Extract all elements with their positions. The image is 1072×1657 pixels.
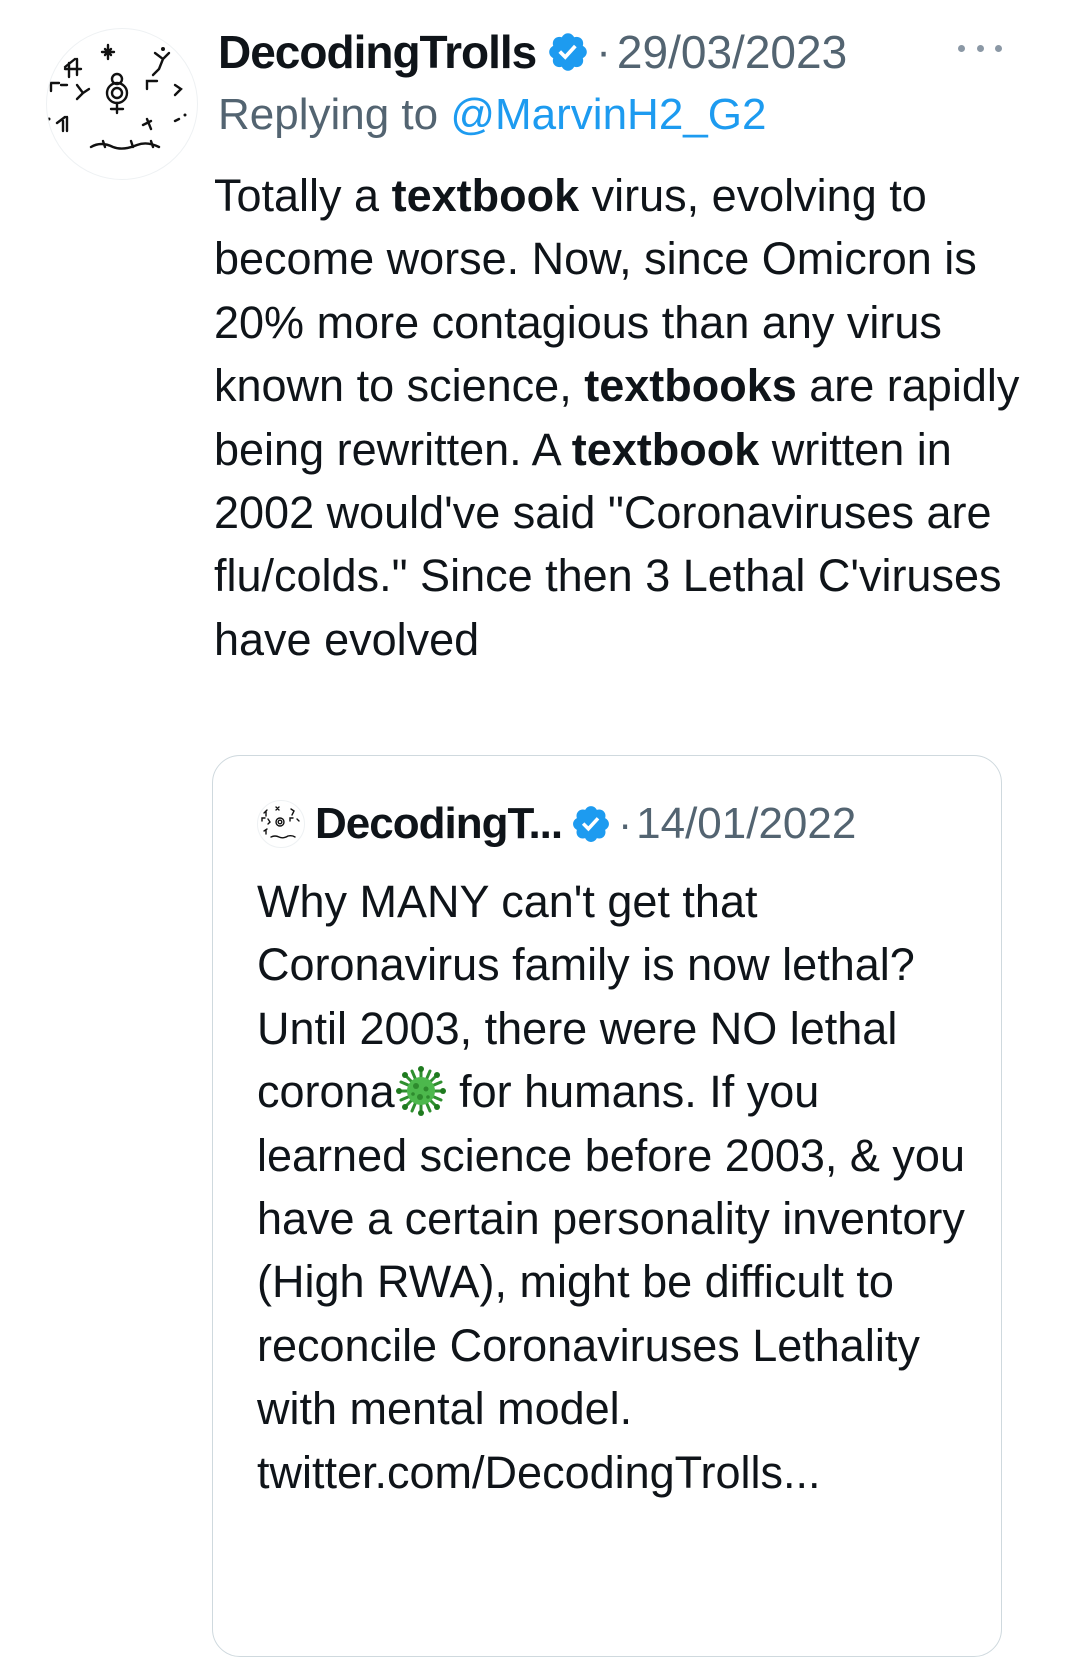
separator-dot: · (618, 800, 633, 847)
reply-mention-link[interactable]: @MarvinH2_G2 (450, 90, 766, 139)
text-bold-keyword: textbooks (584, 360, 797, 412)
quoted-text-segment: for humans. If you learned science befor… (257, 1066, 965, 1498)
verified-badge-icon (570, 803, 612, 845)
microbe-emoji-icon (395, 1065, 447, 1117)
tweet-header: DecodingTrolls · 29/03/2023 (218, 22, 1038, 82)
more-dot (995, 44, 1002, 52)
quoted-display-name[interactable]: DecodingT... (315, 799, 563, 849)
more-options-button[interactable] (958, 34, 1002, 62)
quoted-tweet-text: Why MANY can't get that Coronavirus fami… (257, 870, 977, 1504)
quoted-tweet-card[interactable]: DecodingT... · 14/01/2022 Why MANY can't… (212, 755, 1002, 1657)
more-dot (976, 44, 984, 52)
text-segment: Totally a (214, 170, 392, 221)
more-horizontal-icon (958, 44, 965, 52)
replying-to-label: Replying to (218, 90, 451, 139)
separator-dot: · (596, 27, 611, 76)
petroglyph-avatar-small-icon (261, 806, 300, 839)
replying-to: Replying to @MarvinH2_G2 (218, 90, 766, 140)
tweet-text: Totally a textbook virus, evolving to be… (214, 164, 1044, 671)
display-name[interactable]: DecodingTrolls (218, 25, 537, 79)
quoted-avatar (257, 800, 305, 848)
avatar[interactable] (46, 28, 198, 180)
quoted-tweet-header: DecodingT... · 14/01/2022 (257, 794, 856, 854)
text-bold-keyword: textbook (391, 170, 580, 221)
text-bold-keyword: textbook (571, 423, 760, 475)
tweet-date[interactable]: 29/03/2023 (617, 25, 847, 79)
tweet: DecodingTrolls · 29/03/2023 Replying to … (0, 0, 1072, 1657)
quoted-tweet-date[interactable]: 14/01/2022 (636, 799, 856, 849)
verified-badge-icon (546, 30, 590, 74)
petroglyph-avatar-icon (47, 43, 187, 150)
